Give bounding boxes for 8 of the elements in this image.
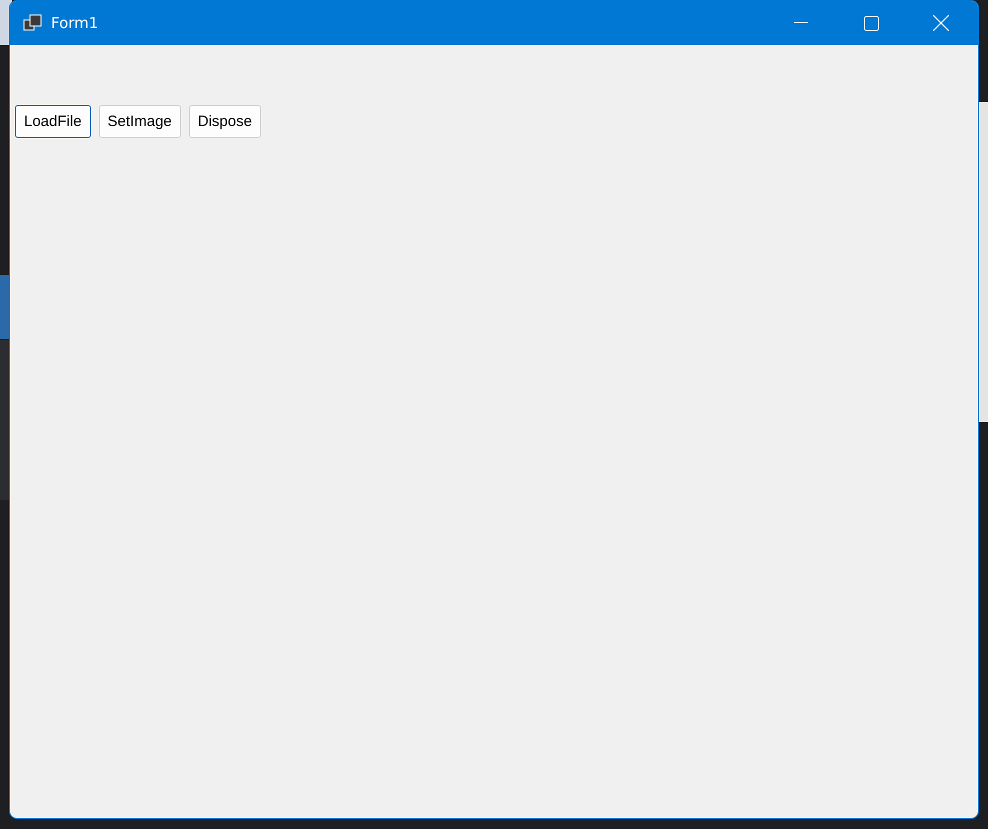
- window-title: Form1: [51, 14, 100, 32]
- close-icon: [933, 15, 949, 31]
- minimize-icon: [794, 22, 808, 24]
- maximize-icon: [864, 16, 878, 30]
- form-button[interactable]: SetImage: [98, 105, 181, 138]
- form-button[interactable]: Dispose: [188, 105, 261, 138]
- app-window-icon: [23, 14, 43, 32]
- form-button[interactable]: LoadFile: [15, 105, 91, 138]
